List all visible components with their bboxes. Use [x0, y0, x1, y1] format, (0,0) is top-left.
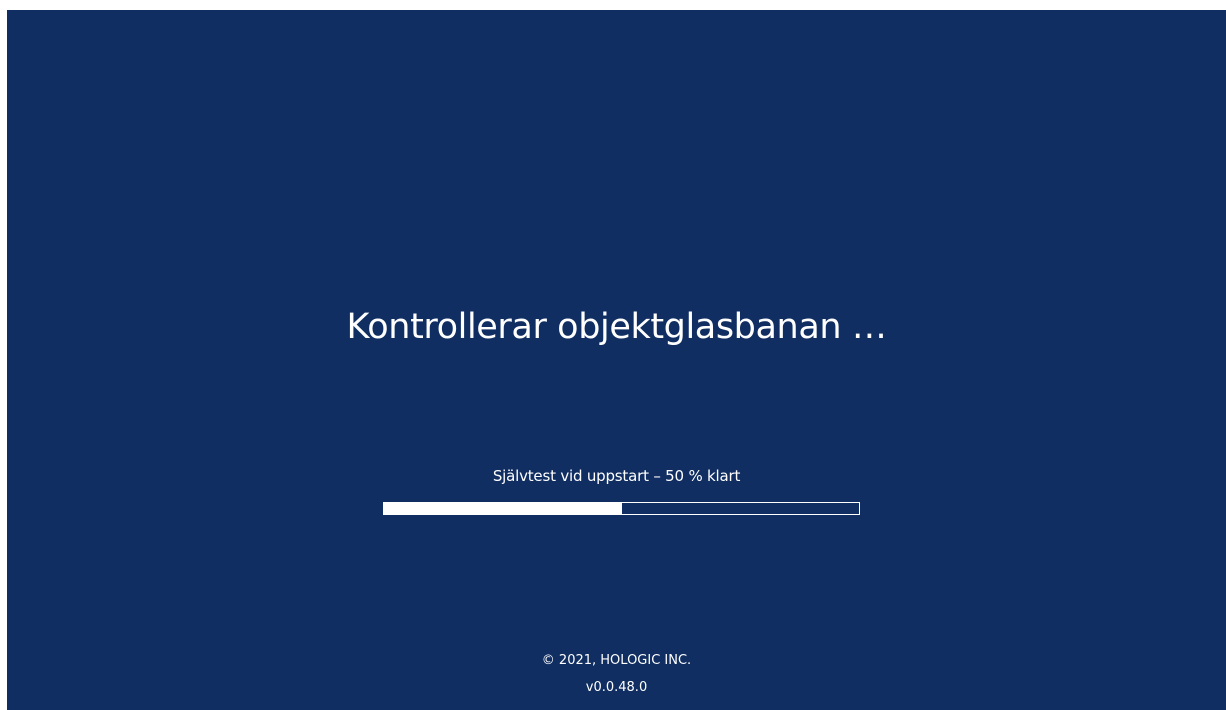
copyright-text: © 2021, HOLOGIC INC.: [541, 653, 692, 668]
startup-screen: Kontrollerar objektglasbanan … Självtest…: [7, 10, 1226, 710]
progress-bar-fill: [384, 503, 622, 514]
progress-bar: [383, 502, 860, 515]
status-heading: Kontrollerar objektglasbanan …: [346, 307, 887, 347]
version-text: v0.0.48.0: [585, 680, 648, 695]
progress-label: Självtest vid uppstart – 50 % klart: [492, 467, 741, 485]
